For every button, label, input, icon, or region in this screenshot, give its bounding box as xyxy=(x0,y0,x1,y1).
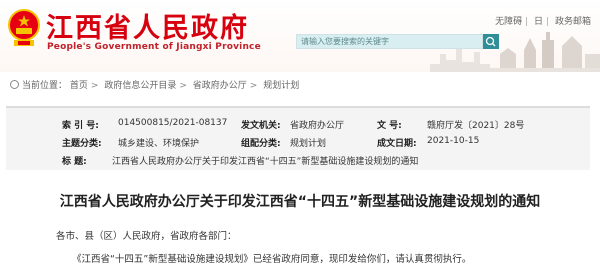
article-body: 《江西省“十四五”新型基础设施建设规划》已经省政府同意，现印发给你们，请认真贯彻… xyxy=(72,254,472,265)
date-value: 2021-10-15 xyxy=(427,136,480,146)
date-label: 成文日期: xyxy=(377,139,417,149)
breadcrumb-label: 当前位置： xyxy=(22,81,68,91)
genre-label: 组配分类: xyxy=(241,139,281,149)
site-subtitle: People's Government of Jiangxi Province xyxy=(47,42,261,52)
title-label: 标 题: xyxy=(62,157,87,167)
site-title[interactable]: 江西省人民政府 xyxy=(46,6,249,45)
docno-value: 赣府厅发〔2021〕28号 xyxy=(427,121,525,131)
breadcrumb-item-plan[interactable]: 规划计划 xyxy=(263,81,299,91)
location-icon xyxy=(10,80,19,89)
issuer-label: 发文机关: xyxy=(241,121,281,131)
chevron-right-icon: > xyxy=(179,81,187,91)
title-value: 江西省人民政府办公厅关于印发江西省“十四五”新型基础设施建设规划的通知 xyxy=(112,157,419,167)
site-header: 江西省人民政府 People's Government of Jiangxi P… xyxy=(0,0,600,72)
breadcrumb-item-catalog[interactable]: 政府信息公开目录 xyxy=(104,81,176,91)
index-value: 014500815/2021-08137 xyxy=(118,118,228,128)
chevron-right-icon: > xyxy=(249,81,258,91)
article-salutation: 各市、县（区）人民政府，省政府各部门： xyxy=(56,231,237,242)
breadcrumb-item-office[interactable]: 省政府办公厅 xyxy=(193,81,247,91)
theme-label: 主题分类: xyxy=(62,139,102,149)
search-input[interactable]: 请输入您要搜索的关键字 xyxy=(296,34,483,49)
docno-label: 文 号: xyxy=(377,121,402,131)
search-icon xyxy=(485,36,496,47)
breadcrumb-item-home[interactable]: 首页 xyxy=(70,81,88,91)
chevron-right-icon: > xyxy=(90,81,99,91)
document-info-panel: 索 引 号: 014500815/2021-08137 发文机关: 省政府办公厅… xyxy=(6,106,590,170)
issuer-value: 省政府办公厅 xyxy=(290,121,345,131)
national-emblem-icon xyxy=(8,9,40,46)
index-label: 索 引 号: xyxy=(62,121,99,131)
theme-value: 城乡建设、环境保护 xyxy=(118,139,200,149)
search-button[interactable] xyxy=(483,34,499,49)
breadcrumb: 当前位置： 首页 > 政府信息公开目录 > 省政府办公厅 > 规划计划 xyxy=(0,78,600,94)
genre-value: 规划计划 xyxy=(290,139,327,149)
article-title: 江西省人民政府办公厅关于印发江西省“十四五”新型基础设施建设规划的通知 xyxy=(59,194,541,210)
